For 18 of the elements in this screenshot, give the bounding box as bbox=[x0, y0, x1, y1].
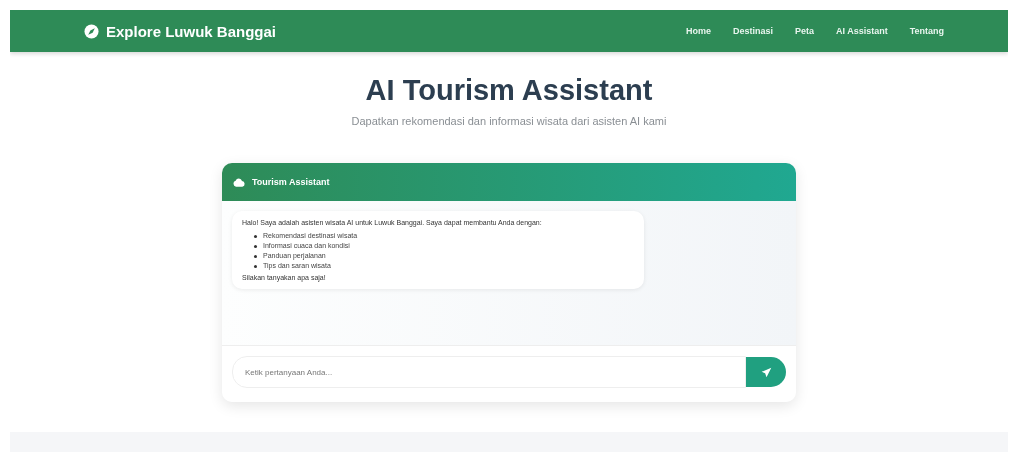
page-title: AI Tourism Assistant bbox=[364, 74, 654, 107]
chat-title: Tourism Assistant bbox=[252, 177, 330, 187]
compass-icon bbox=[84, 23, 99, 39]
nav-link[interactable]: AI Assistant bbox=[835, 26, 888, 36]
bullet-icon bbox=[254, 264, 257, 268]
bullet-icon bbox=[254, 244, 257, 248]
page-subtitle: Dapatkan rekomendasi dan informasi wisata dari asisten AI kami bbox=[350, 115, 668, 127]
bullet-icon bbox=[254, 234, 257, 238]
nav-link[interactable]: Peta bbox=[794, 26, 814, 36]
brand-title[interactable]: Explore Luwuk Banggai bbox=[106, 22, 277, 40]
send-icon bbox=[760, 366, 772, 378]
message-input[interactable]: Ketik pertanyaan Anda... bbox=[232, 356, 746, 388]
cloud-icon bbox=[233, 177, 245, 187]
nav-link[interactable]: Destinasi bbox=[732, 26, 773, 36]
nav-link[interactable]: Tentang bbox=[909, 26, 944, 36]
send-button[interactable] bbox=[746, 357, 786, 387]
nav-link[interactable]: Home bbox=[685, 26, 711, 36]
bullet-icon bbox=[254, 254, 257, 258]
